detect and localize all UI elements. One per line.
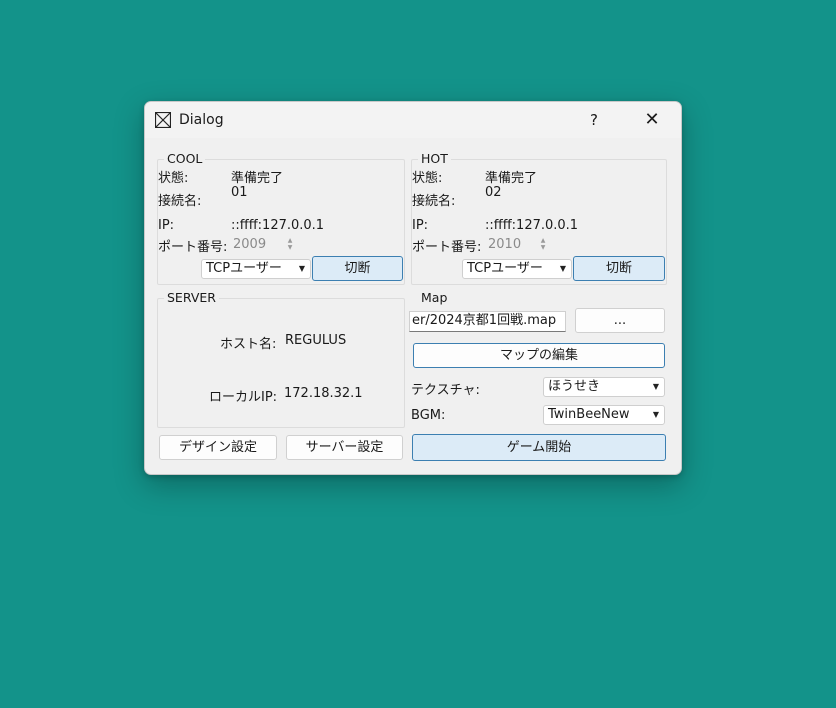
hot-port-input[interactable]: 2010 xyxy=(488,237,521,252)
hot-disconnect-button[interactable]: 切断 xyxy=(573,256,665,281)
start-game-button[interactable]: ゲーム開始 xyxy=(412,434,666,461)
close-button[interactable]: ✕ xyxy=(635,102,669,138)
texture-select[interactable]: ほうせき ▼ xyxy=(543,377,665,397)
hot-group-title: HOT xyxy=(418,152,451,166)
hot-status-value: 準備完了 xyxy=(485,171,538,186)
design-settings-button[interactable]: デザイン設定 xyxy=(159,435,277,460)
cool-ip-label: IP: xyxy=(158,218,175,233)
chevron-down-icon: ▼ xyxy=(652,410,659,419)
server-host-value: REGULUS xyxy=(285,333,347,348)
dialog-window: Dialog ? ✕ COOL 状態: 準備完了 接続名: 01 IP: ::f… xyxy=(144,101,682,475)
chevron-down-icon: ▼ xyxy=(298,264,305,273)
server-group: SERVER xyxy=(157,291,405,428)
server-group-title: SERVER xyxy=(164,291,219,305)
map-group-title: Map xyxy=(418,291,451,305)
hot-port-label: ポート番号: xyxy=(412,240,482,255)
app-icon xyxy=(155,112,171,128)
cool-connection-value: 01 xyxy=(231,185,248,200)
cool-status-value: 準備完了 xyxy=(231,171,284,186)
chevron-down-icon: ▼ xyxy=(652,382,659,391)
chevron-down-icon: ▼ xyxy=(559,264,566,273)
map-edit-button[interactable]: マップの編集 xyxy=(413,343,665,368)
title-bar: Dialog ? ✕ xyxy=(145,102,681,138)
hot-port-spinner[interactable]: ▲ ▼ xyxy=(538,237,548,251)
server-local-ip-label: ローカルIP: xyxy=(209,390,278,405)
hot-connection-value: 02 xyxy=(485,185,502,200)
cool-disconnect-button[interactable]: 切断 xyxy=(312,256,403,281)
map-browse-button[interactable]: ... xyxy=(575,308,665,333)
bgm-label: BGM: xyxy=(411,408,446,423)
cool-port-input[interactable]: 2009 xyxy=(233,237,266,252)
window-title: Dialog xyxy=(179,112,224,128)
cool-ip-value: ::ffff:127.0.0.1 xyxy=(231,218,325,233)
hot-connection-label: 接続名: xyxy=(412,194,456,209)
bgm-select[interactable]: TwinBeeNew ▼ xyxy=(543,405,665,425)
map-path-input[interactable]: er/2024京都1回戦.map xyxy=(409,311,566,332)
cool-mode-value: TCPユーザー xyxy=(206,261,282,276)
hot-ip-value: ::ffff:127.0.0.1 xyxy=(485,218,579,233)
hot-ip-label: IP: xyxy=(412,218,429,233)
server-local-ip-value: 172.18.32.1 xyxy=(284,386,363,401)
cool-mode-select[interactable]: TCPユーザー ▼ xyxy=(201,259,311,279)
hot-mode-value: TCPユーザー xyxy=(467,261,543,276)
hot-mode-select[interactable]: TCPユーザー ▼ xyxy=(462,259,572,279)
cool-connection-label: 接続名: xyxy=(158,194,202,209)
cool-port-spinner[interactable]: ▲ ▼ xyxy=(285,237,295,251)
server-settings-button[interactable]: サーバー設定 xyxy=(286,435,403,460)
texture-label: テクスチャ: xyxy=(411,383,480,398)
hot-status-label: 状態: xyxy=(412,171,443,186)
cool-group-title: COOL xyxy=(164,152,206,166)
help-button[interactable]: ? xyxy=(579,102,609,138)
bgm-value: TwinBeeNew xyxy=(548,407,630,422)
cool-port-label: ポート番号: xyxy=(158,240,228,255)
texture-value: ほうせき xyxy=(548,379,601,394)
server-host-label: ホスト名: xyxy=(220,337,277,352)
cool-status-label: 状態: xyxy=(158,171,189,186)
